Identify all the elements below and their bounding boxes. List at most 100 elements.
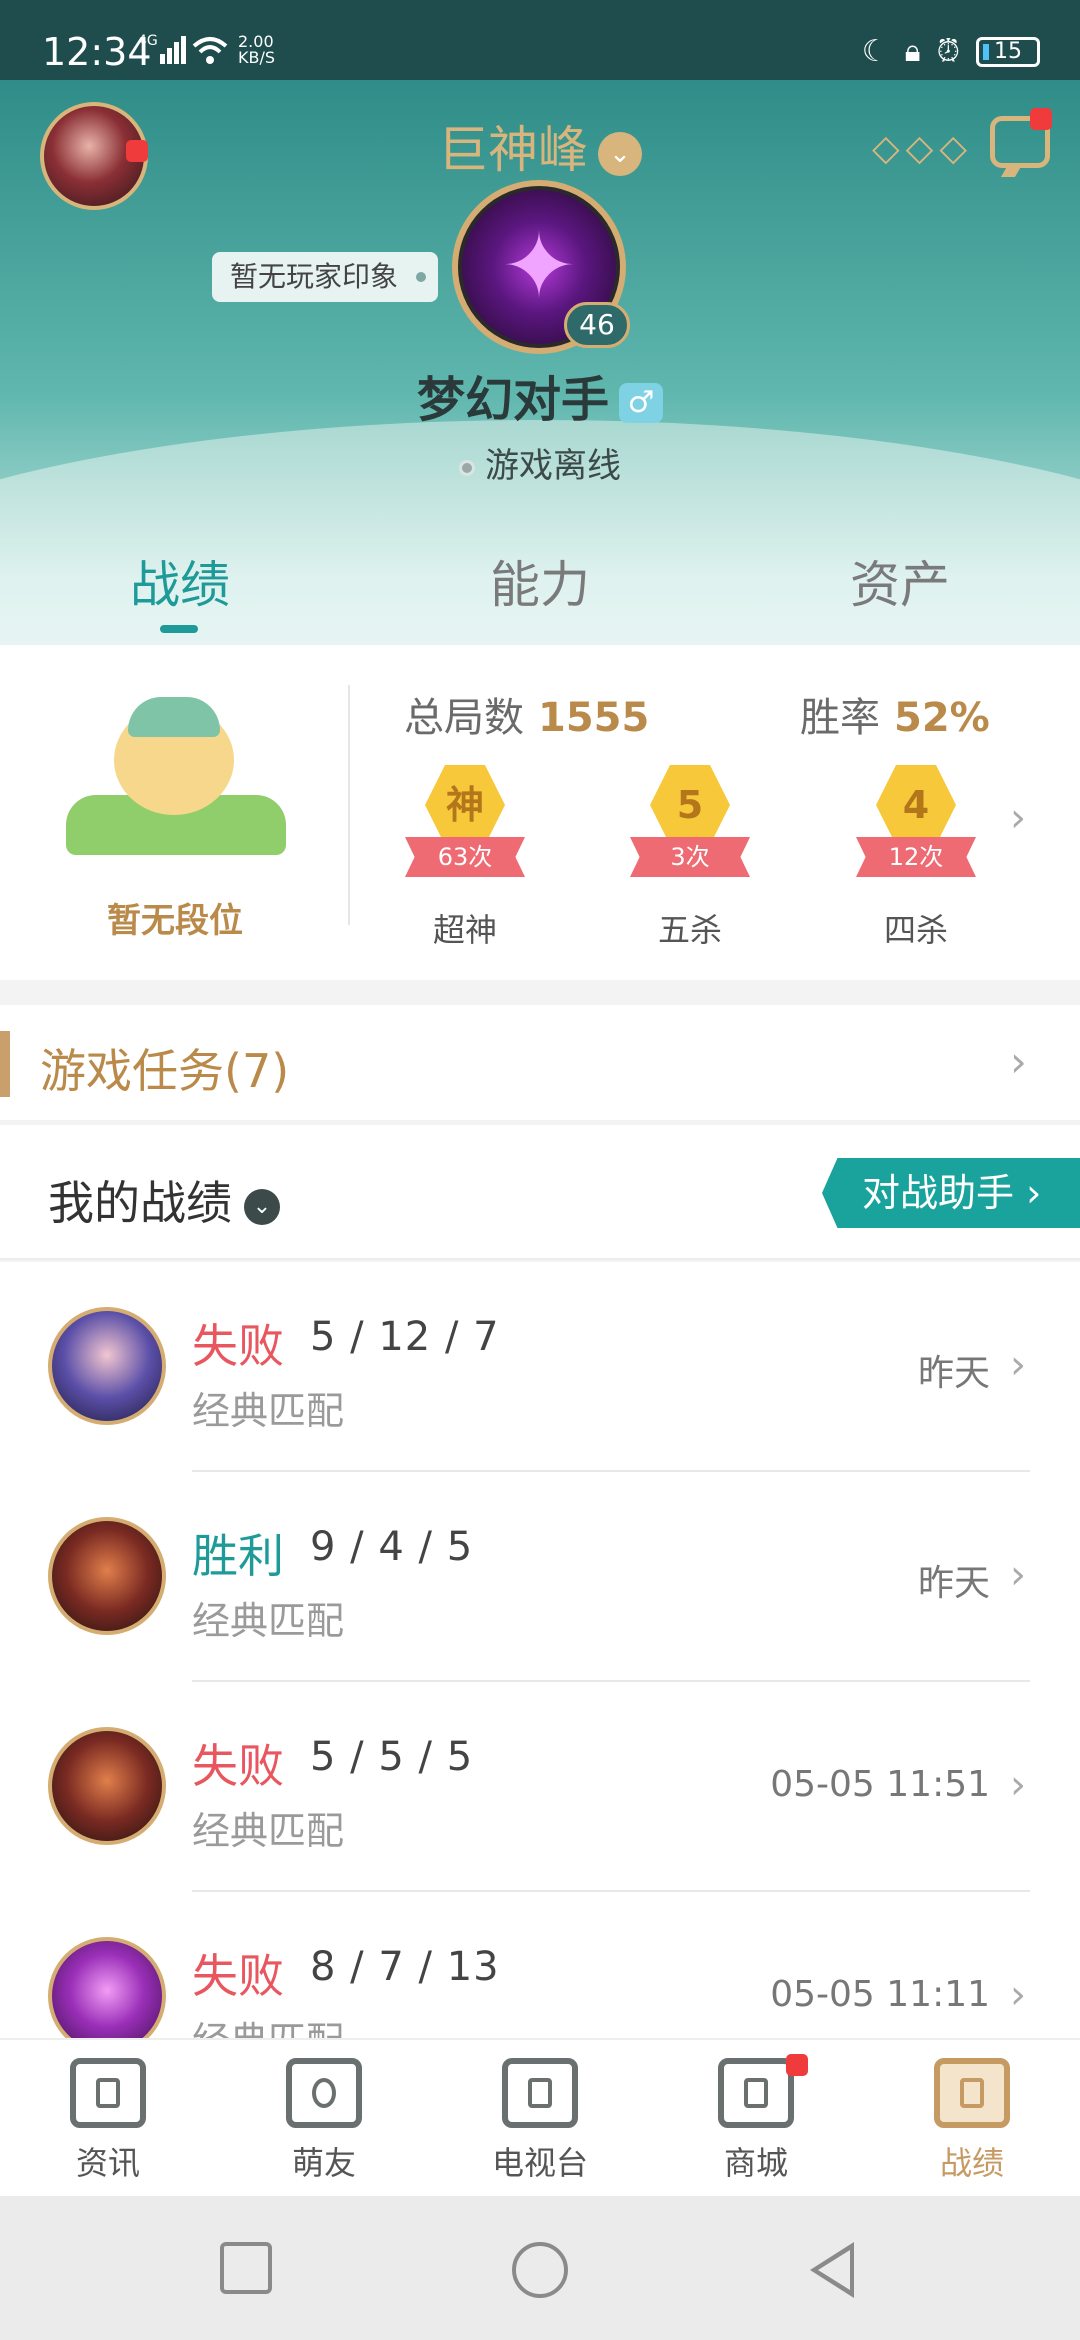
nickname-text: 梦幻对手 — [416, 372, 609, 428]
nav-news[interactable]: 资讯 — [18, 2058, 198, 2184]
match-row[interactable]: 失败 5 / 5 / 5 经典匹配 05-05 11:51 › — [0, 1682, 1080, 1892]
match-mode: 经典匹配 — [192, 1809, 345, 1853]
nav-label: 萌友 — [291, 2144, 356, 2182]
medal-label: 超神 — [432, 911, 497, 949]
battery-icon: 15 — [976, 36, 1040, 67]
player-impression-tag[interactable]: 暂无玩家印象 — [212, 252, 439, 302]
records-icon — [934, 2058, 1010, 2128]
bottom-navigation: 资讯 萌友 电视台 商城 战绩 — [0, 2038, 1080, 2196]
win-rate-value: 52% — [894, 695, 990, 741]
medal-label: 四杀 — [883, 911, 948, 949]
match-mode: 经典匹配 — [192, 1389, 345, 1433]
my-records-filter[interactable]: 我的战绩 ⌄ — [48, 1167, 280, 1233]
legendary-medal-icon: 神 — [425, 765, 505, 845]
signal-icon — [160, 36, 188, 68]
nav-label: 战绩 — [939, 2144, 1004, 2182]
match-mode: 经典匹配 — [192, 1599, 345, 1643]
match-time: 05-05 11:51 — [770, 1764, 990, 1805]
nav-tv[interactable]: 电视台 — [450, 2058, 630, 2184]
status-time: 12:34 — [42, 30, 152, 74]
nav-label: 商城 — [723, 2144, 788, 2182]
chat-notification-dot — [1030, 108, 1052, 130]
rank-emblem-icon — [66, 685, 286, 865]
friends-icon-inner — [312, 2078, 336, 2108]
match-time: 05-05 11:11 — [770, 1974, 990, 2015]
divider — [348, 685, 350, 925]
player-nickname: 梦幻对手 ♂ — [0, 360, 1080, 430]
level-badge: 46 — [564, 302, 630, 348]
tv-icon — [502, 2058, 578, 2128]
nav-friends[interactable]: 萌友 — [234, 2058, 414, 2184]
tab-ability[interactable]: 能力 — [440, 545, 640, 617]
tv-icon-inner — [528, 2078, 552, 2108]
match-list: 失败 5 / 12 / 7 经典匹配 昨天 › 胜利 9 / 4 / 5 经典匹… — [0, 1262, 1080, 2038]
total-games: 总局数 1555 — [404, 685, 649, 743]
recent-apps-button[interactable] — [220, 2242, 272, 2294]
battle-assistant-button[interactable]: 对战助手 › — [822, 1158, 1080, 1228]
win-rate: 胜率 52% — [800, 685, 990, 743]
hero-avatar — [48, 1937, 166, 2038]
home-button[interactable] — [512, 2242, 568, 2298]
back-button[interactable] — [810, 2242, 854, 2298]
status-bar: 12:34 4G 2.00 KB/S ☾ 🔒︎ ⏰︎ 15 — [0, 0, 1080, 80]
accent-bar — [0, 1031, 10, 1097]
more-icon[interactable]: ◇◇◇ — [872, 128, 973, 169]
tab-active-indicator — [160, 625, 198, 633]
quadra-kill-medal-icon: 4 — [876, 765, 956, 845]
rank-label: 暂无段位 — [107, 901, 243, 941]
penta-kill-medal-icon: 5 — [650, 765, 730, 845]
gender-icon: ♂ — [619, 383, 663, 423]
hero-avatar — [48, 1307, 166, 1425]
shop-notification-dot — [786, 2054, 808, 2076]
hero-avatar — [48, 1517, 166, 1635]
match-time: 昨天 — [917, 1563, 990, 1604]
match-row[interactable]: 胜利 9 / 4 / 5 经典匹配 昨天 › — [0, 1472, 1080, 1682]
chevron-right-icon: › — [1010, 1342, 1026, 1388]
emblem-hat — [128, 697, 220, 737]
game-tasks-row[interactable]: 游戏任务(7) › — [0, 1005, 1080, 1120]
chevron-right-icon[interactable]: › — [1010, 795, 1026, 841]
status-dot-icon — [459, 459, 475, 476]
medal-count: 3次 — [630, 837, 750, 877]
match-kda: 5 / 12 / 7 — [310, 1314, 500, 1360]
win-rate-label: 胜率 — [800, 695, 880, 741]
total-games-label: 总局数 — [404, 695, 524, 741]
nav-label: 电视台 — [491, 2144, 588, 2182]
nav-label: 资讯 — [75, 2144, 140, 2182]
chevron-down-icon: ⌄ — [244, 1188, 280, 1225]
medal-penta-kill: 5 3次 — [620, 755, 760, 905]
match-result: 失败 — [192, 1949, 284, 2003]
speed-unit: KB/S — [238, 48, 276, 67]
chevron-down-icon: ⌄ — [598, 131, 642, 176]
chevron-right-icon: › — [1010, 1037, 1027, 1086]
total-games-value: 1555 — [538, 695, 650, 741]
my-records-title: 我的战绩 — [48, 1176, 232, 1230]
match-kda: 8 / 7 / 13 — [310, 1944, 500, 1990]
stats-card[interactable]: 暂无段位 总局数 1555 胜率 52% 神 63次 超神 5 3次 五杀 4 12… — [0, 645, 1080, 980]
match-kda: 9 / 4 / 5 — [310, 1524, 474, 1570]
tab-records[interactable]: 战绩 — [80, 545, 280, 617]
alarm-icon: ⏰︎ — [936, 34, 960, 69]
medal-legendary: 神 63次 — [395, 755, 535, 905]
match-row[interactable]: 失败 8 / 7 / 13 经典匹配 05-05 11:11 › — [0, 1892, 1080, 2038]
game-tasks-label: 游戏任务(7) — [40, 1044, 290, 1098]
my-records-header: 我的战绩 ⌄ 对战助手 › — [0, 1125, 1080, 1260]
profile-header: 巨神峰 ⌄ ◇◇◇ 暂无玩家印象 ✦ 46 梦幻对手 ♂ 游戏离线 战绩 能力 资产 — [0, 80, 1080, 650]
match-result: 失败 — [192, 1319, 284, 1373]
hero-avatar — [48, 1727, 166, 1845]
tab-assets[interactable]: 资产 — [800, 545, 1000, 617]
nav-shop[interactable]: 商城 — [666, 2058, 846, 2184]
nav-records[interactable]: 战绩 — [882, 2058, 1062, 2184]
online-status: 游戏离线 — [0, 438, 1080, 487]
match-row[interactable]: 失败 5 / 12 / 7 经典匹配 昨天 › — [0, 1262, 1080, 1472]
shop-icon — [718, 2058, 794, 2128]
system-navigation-bar — [0, 2196, 1080, 2340]
moon-icon: ☾ — [861, 34, 889, 69]
profile-tabs: 战绩 能力 资产 — [0, 545, 1080, 645]
news-icon — [70, 2058, 146, 2128]
news-icon-inner — [96, 2078, 120, 2108]
server-name: 巨神峰 — [438, 121, 588, 179]
medal-label: 五杀 — [657, 911, 722, 949]
medal-count: 12次 — [856, 837, 976, 877]
lock-icon: 🔒︎ — [904, 34, 921, 69]
